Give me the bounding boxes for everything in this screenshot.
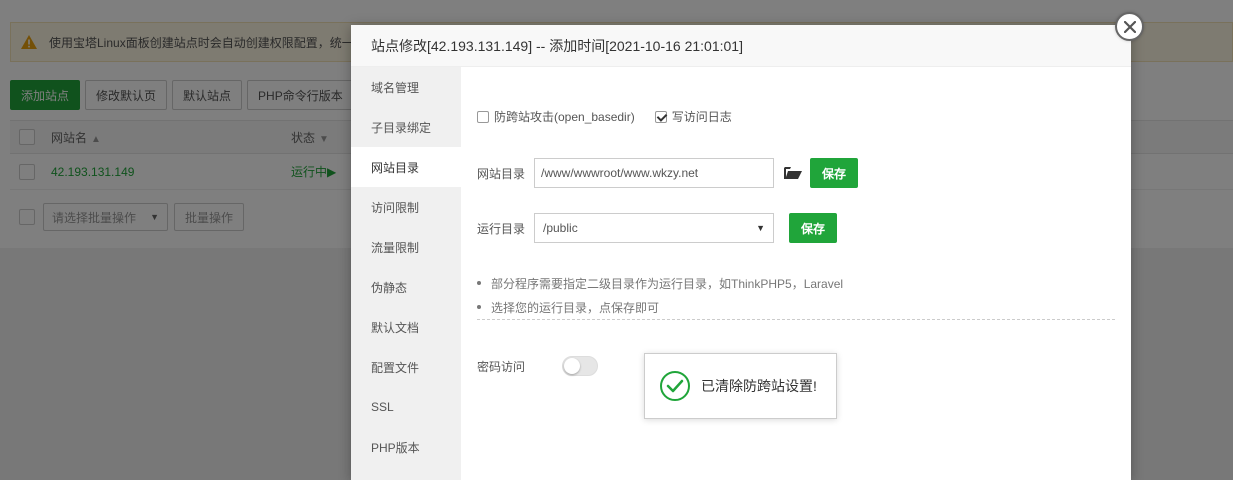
toast-text: 已清除防跨站设置! <box>701 378 817 394</box>
chevron-down-icon: ▼ <box>756 223 765 233</box>
site-dir-label: 网站目录 <box>477 166 526 181</box>
toast-message: 已清除防跨站设置! <box>644 353 837 419</box>
divider <box>477 319 1115 320</box>
sidebar-item-ssl[interactable]: SSL <box>351 387 461 427</box>
sidebar-item-default-doc[interactable]: 默认文档 <box>351 307 461 347</box>
save-site-dir-button[interactable]: 保存 <box>810 158 859 188</box>
save-run-dir-button[interactable]: 保存 <box>789 213 838 243</box>
options-row: 防跨站攻击(open_basedir) 写访问日志 <box>477 108 732 125</box>
access-log-label: 写访问日志 <box>671 110 732 124</box>
dialog-sidebar: 域名管理 子目录绑定 网站目录 访问限制 流量限制 伪静态 默认文档 配置文件 … <box>351 67 461 480</box>
sidebar-item-rewrite[interactable]: 伪静态 <box>351 267 461 307</box>
sidebar-item-config-file[interactable]: 配置文件 <box>351 347 461 387</box>
sidebar-item-site-directory[interactable]: 网站目录 <box>351 147 461 187</box>
password-access-label: 密码访问 <box>477 359 526 374</box>
anti-xss-label: 防跨站攻击(open_basedir) <box>494 110 635 124</box>
run-dir-row: 运行目录 /public ▼ 保存 <box>477 213 838 243</box>
success-check-icon <box>660 371 690 401</box>
dialog-title: 站点修改[42.193.131.149] -- 添加时间[2021-10-16 … <box>351 25 1131 67</box>
anti-xss-checkbox[interactable] <box>477 110 489 123</box>
sidebar-item-traffic-limit[interactable]: 流量限制 <box>351 227 461 267</box>
run-dir-value: /public <box>543 221 578 235</box>
site-dir-input[interactable]: /www/wwwroot/www.wkzy.net <box>534 158 774 188</box>
sidebar-item-php-version[interactable]: PHP版本 <box>351 427 461 467</box>
run-dir-select[interactable]: /public ▼ <box>534 213 774 243</box>
sidebar-item-domain[interactable]: 域名管理 <box>351 67 461 107</box>
close-dialog-button[interactable] <box>1115 12 1144 41</box>
sidebar-item-subdir-binding[interactable]: 子目录绑定 <box>351 107 461 147</box>
tip-item: 选择您的运行目录，点保存即可 <box>477 295 843 319</box>
site-dir-row: 网站目录 /www/wwwroot/www.wkzy.net 保存 <box>477 158 859 188</box>
tip-item: 部分程序需要指定二级目录作为运行目录，如ThinkPHP5，Laravel <box>477 271 843 295</box>
access-log-checkbox[interactable] <box>654 110 667 123</box>
sidebar-item-access-limit[interactable]: 访问限制 <box>351 187 461 227</box>
folder-icon[interactable] <box>784 166 802 180</box>
password-access-row: 密码访问 <box>477 356 598 376</box>
close-icon <box>1123 20 1136 33</box>
help-tips: 部分程序需要指定二级目录作为运行目录，如ThinkPHP5，Laravel 选择… <box>477 271 843 319</box>
run-dir-label: 运行目录 <box>477 221 526 236</box>
password-access-toggle[interactable] <box>562 356 598 376</box>
